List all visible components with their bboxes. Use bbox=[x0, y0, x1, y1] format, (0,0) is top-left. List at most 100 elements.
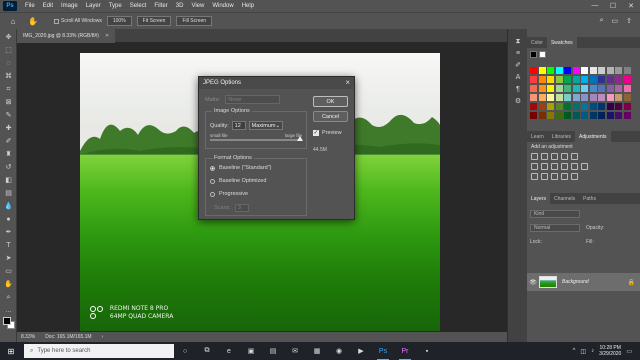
color-lookup-icon[interactable] bbox=[581, 163, 588, 170]
brush-panel-icon[interactable]: ✐ bbox=[513, 61, 523, 70]
color-balance-icon[interactable] bbox=[541, 163, 548, 170]
status-arrow-icon[interactable]: › bbox=[102, 334, 104, 340]
quality-slider[interactable] bbox=[210, 136, 303, 141]
swatch-cell[interactable] bbox=[606, 85, 614, 92]
quick-select-tool-icon[interactable]: ⌘ bbox=[3, 72, 14, 81]
layer-kind-filter[interactable]: Kind bbox=[530, 210, 580, 218]
tab-libraries[interactable]: Libraries bbox=[548, 131, 575, 142]
swatch-cell[interactable] bbox=[564, 85, 571, 92]
swatch-cell[interactable] bbox=[581, 112, 588, 119]
foreground-color-swatch[interactable] bbox=[3, 317, 11, 325]
ok-button[interactable]: OK bbox=[313, 96, 348, 107]
selective-color-icon[interactable] bbox=[571, 173, 578, 180]
swatch-cell[interactable] bbox=[572, 94, 580, 101]
channel-mixer-icon[interactable] bbox=[571, 163, 578, 170]
swatch-cell[interactable] bbox=[589, 67, 597, 74]
swatch-cell[interactable] bbox=[581, 94, 588, 101]
tab-layers[interactable]: Layers bbox=[527, 193, 551, 204]
swatch-cell[interactable] bbox=[547, 112, 554, 119]
swatch-cell[interactable] bbox=[564, 112, 571, 119]
posterize-icon[interactable] bbox=[541, 173, 548, 180]
swatch-cell[interactable] bbox=[530, 76, 537, 83]
maximize-button[interactable]: ☐ bbox=[604, 2, 622, 10]
swatch-cell[interactable] bbox=[615, 103, 622, 110]
swatch-cell[interactable] bbox=[572, 103, 580, 110]
baseline-optimized-radio[interactable]: Baseline Optimized bbox=[210, 178, 266, 184]
cortana-icon[interactable]: ○ bbox=[174, 342, 196, 360]
swatch-cell[interactable] bbox=[572, 67, 580, 74]
swatch-cell[interactable] bbox=[606, 112, 614, 119]
swatch-cell[interactable] bbox=[615, 94, 622, 101]
quality-preset-select[interactable]: Maximum ⌄ bbox=[248, 121, 283, 130]
swatch-cell[interactable] bbox=[547, 94, 554, 101]
swatch-cell[interactable] bbox=[530, 103, 537, 110]
lasso-tool-icon[interactable]: ◌ bbox=[3, 59, 14, 68]
swatch-cell[interactable] bbox=[598, 85, 605, 92]
home-icon[interactable]: ⌂ bbox=[6, 17, 20, 26]
swatch-cell[interactable] bbox=[589, 94, 597, 101]
curves-icon[interactable] bbox=[551, 153, 558, 160]
clone-stamp-tool-icon[interactable]: ♜ bbox=[3, 150, 14, 159]
swatch-cell[interactable] bbox=[555, 85, 563, 92]
path-selection-tool-icon[interactable]: ➤ bbox=[3, 254, 14, 263]
menu-type[interactable]: Type bbox=[105, 3, 126, 9]
layer-background-row[interactable]: 👁 Background 🔒 bbox=[527, 273, 640, 291]
swatch-cell[interactable] bbox=[538, 103, 546, 110]
swatch-cell[interactable] bbox=[572, 85, 580, 92]
hand-tool-icon-side[interactable]: ✋ bbox=[3, 280, 14, 289]
swatch-cell[interactable] bbox=[623, 76, 631, 83]
eyedropper-tool-icon[interactable]: ✎ bbox=[3, 111, 14, 120]
menu-view[interactable]: View bbox=[187, 3, 208, 9]
chrome-icon[interactable]: ◉ bbox=[328, 342, 350, 360]
threshold-icon[interactable] bbox=[551, 173, 558, 180]
swatch-cell[interactable] bbox=[615, 112, 622, 119]
swatch-cell[interactable] bbox=[555, 76, 563, 83]
swatch-cell[interactable] bbox=[530, 94, 537, 101]
media-player-icon[interactable]: ▶ bbox=[350, 342, 372, 360]
swatch-cell[interactable] bbox=[598, 112, 605, 119]
menu-image[interactable]: Image bbox=[57, 3, 82, 9]
tab-color[interactable]: Color bbox=[527, 37, 547, 48]
history-panel-icon[interactable]: ⧗ bbox=[513, 37, 523, 46]
progressive-radio[interactable]: Progressive bbox=[210, 191, 248, 197]
swatch-cell[interactable] bbox=[538, 67, 546, 74]
menu-file[interactable]: File bbox=[21, 3, 39, 9]
swatch-cell[interactable] bbox=[555, 94, 563, 101]
swatch-cell[interactable] bbox=[547, 103, 554, 110]
swatch-cell[interactable] bbox=[547, 85, 554, 92]
status-zoom[interactable]: 8.33% bbox=[21, 334, 35, 340]
swatch-cell[interactable] bbox=[598, 103, 605, 110]
search-icon[interactable]: ⌕ bbox=[600, 17, 604, 25]
rectangle-tool-icon[interactable]: ▭ bbox=[3, 267, 14, 276]
hand-tool-icon[interactable]: ✋ bbox=[26, 17, 40, 26]
swatch-cell[interactable] bbox=[564, 94, 571, 101]
fit-screen-button[interactable]: Fit Screen bbox=[136, 16, 172, 26]
swatch-cell[interactable] bbox=[606, 67, 614, 74]
healing-brush-tool-icon[interactable]: ✚ bbox=[3, 124, 14, 133]
minimize-button[interactable]: — bbox=[586, 2, 604, 10]
swatch-cell[interactable] bbox=[538, 85, 546, 92]
swatch-cell[interactable] bbox=[606, 103, 614, 110]
swatch-cell[interactable] bbox=[530, 67, 537, 74]
swatch-cell[interactable] bbox=[615, 76, 622, 83]
photo-filter-icon[interactable] bbox=[561, 163, 568, 170]
menu-3d[interactable]: 3D bbox=[172, 3, 188, 9]
notifications-icon[interactable]: ▭ bbox=[626, 348, 632, 355]
swatch-cell[interactable] bbox=[564, 67, 571, 74]
network-icon[interactable]: ◫ bbox=[580, 348, 586, 355]
swatch-cell[interactable] bbox=[589, 85, 597, 92]
invert-icon[interactable] bbox=[531, 173, 538, 180]
swatch-cell[interactable] bbox=[547, 67, 554, 74]
swatch-cell[interactable] bbox=[615, 85, 622, 92]
swatch-cell[interactable] bbox=[589, 103, 597, 110]
eraser-tool-icon[interactable]: ◧ bbox=[3, 176, 14, 185]
menu-edit[interactable]: Edit bbox=[39, 3, 57, 9]
swatch-cell[interactable] bbox=[581, 103, 588, 110]
swatch-cell[interactable] bbox=[564, 76, 571, 83]
store-icon[interactable]: ▤ bbox=[262, 342, 284, 360]
swatch-cell[interactable] bbox=[555, 112, 563, 119]
gradient-map-icon[interactable] bbox=[561, 173, 568, 180]
file-explorer-icon[interactable]: ▣ bbox=[240, 342, 262, 360]
glyphs-panel-icon[interactable]: ⚙ bbox=[513, 97, 523, 106]
paragraph-panel-icon[interactable]: ¶ bbox=[513, 85, 523, 94]
